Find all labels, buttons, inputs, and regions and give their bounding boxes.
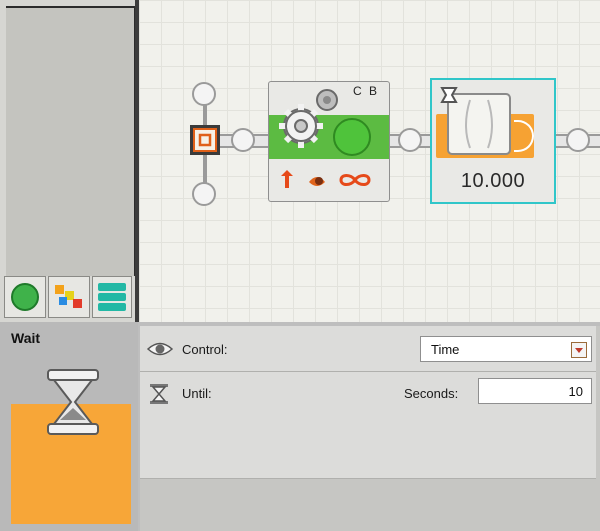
control-label: Control: <box>182 342 228 357</box>
connector-plug[interactable] <box>566 128 590 152</box>
start-block[interactable] <box>183 82 229 208</box>
loop-ports-label: C B <box>353 84 380 98</box>
infinity-icon <box>339 174 371 186</box>
start-plug-bottom[interactable] <box>192 182 216 206</box>
eye-icon <box>146 342 174 356</box>
seconds-label: Seconds: <box>404 386 459 401</box>
control-select[interactable]: Time <box>420 336 592 362</box>
connector-plug[interactable] <box>398 128 422 152</box>
seconds-input-value: 10 <box>568 384 583 399</box>
connector-plug[interactable] <box>231 128 255 152</box>
colored-squares-icon <box>55 285 82 308</box>
start-icon <box>190 125 220 155</box>
wait-block[interactable]: 10.000 <box>430 78 556 204</box>
loop-status-icons <box>281 170 371 188</box>
common-palette-tab[interactable] <box>4 276 46 318</box>
stacked-bars-icon <box>98 283 126 311</box>
wait-value: 10.000 <box>460 170 526 192</box>
sensor-eye-icon <box>309 177 325 186</box>
until-label: Until: <box>182 386 212 401</box>
custom-palette-tab[interactable] <box>92 276 132 318</box>
block-palette <box>0 0 138 322</box>
loop-light-icon <box>333 118 371 156</box>
control-row: Control: Time <box>140 326 596 372</box>
control-select-value: Time <box>431 342 460 357</box>
start-plug-top[interactable] <box>192 82 216 106</box>
block-title: Wait <box>11 330 41 346</box>
until-row: Until: Seconds: 10 <box>140 372 596 479</box>
small-hourglass-icon <box>150 384 168 404</box>
chevron-down-icon[interactable] <box>571 342 587 358</box>
loop-block[interactable]: C B <box>268 81 390 202</box>
palette-block-area <box>6 6 136 276</box>
complete-palette-tab[interactable] <box>48 276 90 318</box>
green-circle-icon <box>11 283 39 311</box>
properties-area: Control: Time Until: Seconds: 10 <box>140 326 600 531</box>
up-arrow-icon <box>281 170 293 188</box>
timer-icon <box>440 87 511 155</box>
hourglass-icon <box>47 369 99 435</box>
seconds-input[interactable]: 10 <box>478 378 592 404</box>
